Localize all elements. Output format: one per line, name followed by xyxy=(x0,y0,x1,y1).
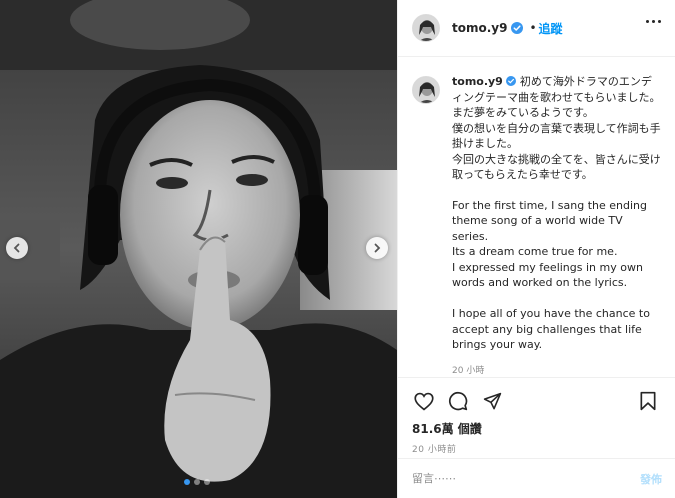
avatar-image xyxy=(413,77,439,103)
paper-plane-icon xyxy=(483,392,501,409)
caption-text: tomo.y9 初めて海外ドラマのエンディングテーマ曲を歌わせてもらいました。 … xyxy=(452,74,662,353)
caption-english: For the first time, I sang the ending th… xyxy=(452,198,650,352)
follow-button[interactable]: 追蹤 xyxy=(539,20,563,37)
verified-badge-icon xyxy=(506,76,517,86)
avatar-image xyxy=(413,15,439,41)
heart-icon xyxy=(414,392,434,410)
comment-icon xyxy=(448,391,468,411)
previous-photo-button[interactable] xyxy=(6,237,28,259)
caption-timestamp: 20 小時 xyxy=(452,365,485,376)
carousel-dot xyxy=(204,479,210,485)
username[interactable]: tomo.y9 xyxy=(452,21,507,35)
post-details-panel: tomo.y9 • 追蹤 tomo.y9 初めて海外ドラマのエンディングテーマ曲… xyxy=(397,0,675,498)
comment-input[interactable] xyxy=(412,472,640,485)
verified-badge-icon xyxy=(511,22,524,34)
caption-section: tomo.y9 初めて海外ドラマのエンディングテーマ曲を歌わせてもらいました。 … xyxy=(398,58,675,376)
post-header: tomo.y9 • 追蹤 xyxy=(398,0,675,57)
post-photo[interactable] xyxy=(0,0,397,498)
share-button[interactable] xyxy=(476,385,508,417)
comment-button[interactable] xyxy=(442,385,474,417)
comment-form: 發佈 xyxy=(398,458,675,498)
separator: • xyxy=(529,21,537,35)
caption-avatar[interactable] xyxy=(412,76,440,104)
caption-japanese: 初めて海外ドラマのエンディングテーマ曲を歌わせてもらいました。 まだ夢をみている… xyxy=(452,75,661,181)
avatar[interactable] xyxy=(412,14,440,42)
bookmark-icon xyxy=(640,391,656,411)
post-timestamp[interactable]: 20 小時前 xyxy=(408,442,666,455)
photo-image xyxy=(0,0,397,498)
caption-username[interactable]: tomo.y9 xyxy=(452,75,503,88)
post-comment-button[interactable]: 發佈 xyxy=(640,471,662,487)
caption-row: tomo.y9 初めて海外ドラマのエンディングテーマ曲を歌わせてもらいました。 … xyxy=(412,74,662,353)
next-photo-button[interactable] xyxy=(366,237,388,259)
save-button[interactable] xyxy=(632,385,664,417)
action-bar: 81.6萬 個讚 20 小時前 xyxy=(398,377,675,455)
chevron-right-icon xyxy=(374,243,381,253)
carousel-indicator xyxy=(184,479,210,485)
more-options-icon[interactable] xyxy=(646,20,661,23)
carousel-dot xyxy=(184,479,190,485)
like-button[interactable] xyxy=(408,385,440,417)
carousel-dot xyxy=(194,479,200,485)
chevron-left-icon xyxy=(13,243,20,253)
likes-count[interactable]: 81.6萬 個讚 xyxy=(408,420,666,437)
